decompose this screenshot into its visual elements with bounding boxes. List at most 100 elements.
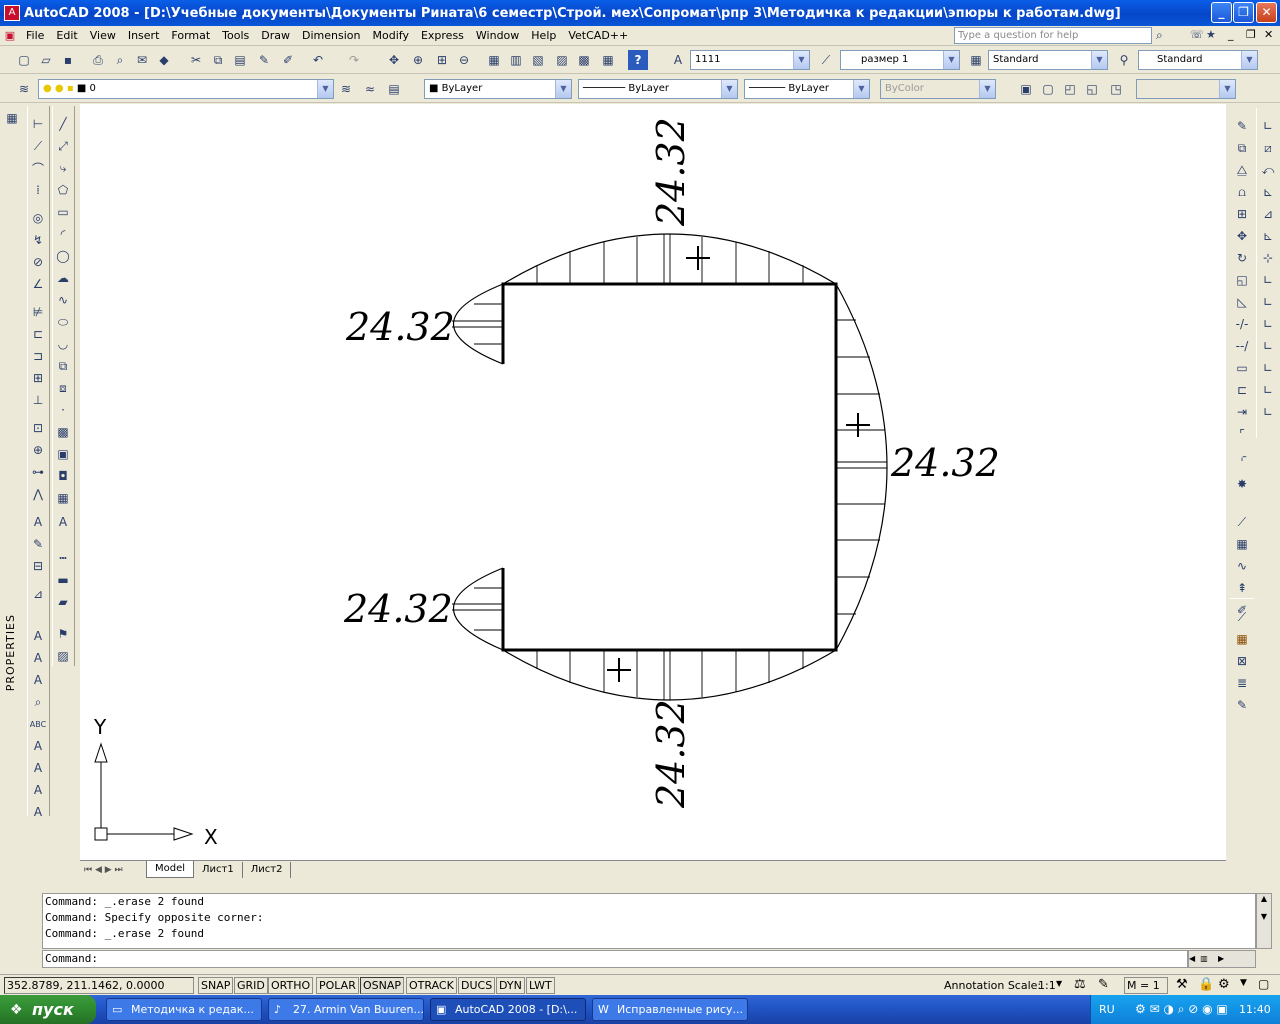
annotation-scale-value[interactable]: 1:1	[1038, 979, 1056, 992]
layer-manager-icon[interactable]: ≋	[14, 79, 34, 99]
construction-line-icon[interactable]: ⤢	[53, 136, 73, 156]
clock[interactable]: 11:40	[1239, 995, 1271, 1024]
clip-viewport-icon[interactable]: ◳	[1106, 79, 1126, 99]
drawing-area[interactable]: 24.32 24.32 24.32 24.32 24.32 Y X	[80, 104, 1226, 860]
break-at-point-icon[interactable]: ▭	[1232, 358, 1252, 378]
grid-toggle[interactable]: GRID	[234, 977, 268, 994]
new-icon[interactable]: ▢	[14, 50, 34, 70]
command-hscrollbar[interactable]: ◀ ▥ ▶	[1188, 950, 1256, 968]
communication-icon[interactable]: ⚒	[1176, 977, 1188, 992]
tab-scroll-arrows-icon[interactable]: ⏮ ◀ ▶ ⏭	[80, 865, 146, 875]
auto-scale-icon[interactable]: ✎	[1098, 977, 1109, 992]
plotstyle-select[interactable]: ByColor ▼	[880, 79, 996, 99]
polar-toggle[interactable]: POLAR	[316, 977, 359, 994]
table-style-select[interactable]: Standard ▼	[988, 50, 1108, 70]
publish-icon[interactable]: ✉	[132, 50, 152, 70]
tray-icons[interactable]: ⚙ ✉ ◑ ⌕ ⊘ ◉ ▣	[1135, 995, 1228, 1024]
region-icon[interactable]: ◘	[53, 466, 73, 486]
ucs-z-axis-icon[interactable]: ∟	[1258, 270, 1278, 290]
status-menu-icon[interactable]: ▼	[1240, 978, 1247, 988]
otrack-toggle[interactable]: OTRACK	[406, 977, 457, 994]
mass-properties-icon[interactable]: ⊠	[1232, 651, 1252, 671]
text-style-select[interactable]: 1111 ▼	[690, 50, 810, 70]
trim-icon[interactable]: -/-	[1232, 314, 1252, 334]
osnap-toggle[interactable]: OSNAP	[360, 977, 405, 994]
zoom-window-icon[interactable]: ⊞	[432, 50, 452, 70]
menu-insert[interactable]: Insert	[122, 27, 166, 45]
table-style-icon[interactable]: ▦	[966, 50, 986, 70]
help-search-input[interactable]: Type a question for help	[954, 27, 1152, 44]
join-icon[interactable]: ⇥	[1232, 402, 1252, 422]
jogged-icon[interactable]: ↯	[28, 230, 48, 250]
ucs-world-icon[interactable]: ⧄	[1258, 138, 1278, 158]
tolerance-icon[interactable]: ⊡	[28, 418, 48, 438]
extend-icon[interactable]: --/	[1232, 336, 1252, 356]
edit-hatch-icon[interactable]: ▦	[1232, 534, 1252, 554]
text-icon[interactable]: A	[28, 626, 48, 646]
doc-restore-button[interactable]: ❐	[1246, 28, 1256, 41]
taskbar-item-player[interactable]: ♪ 27. Armin Van Buuren...	[268, 998, 424, 1021]
circle-icon[interactable]: ◯	[53, 246, 73, 266]
layer-states-icon[interactable]: ▤	[384, 79, 404, 99]
annotation-visibility-icon[interactable]: ⚖	[1074, 977, 1086, 992]
snap-toggle[interactable]: SNAP	[198, 977, 234, 994]
pan-icon[interactable]: ✥	[384, 50, 404, 70]
edit-attribute-icon[interactable]: ⇞	[1232, 578, 1252, 598]
convert-text-icon[interactable]: A	[28, 802, 48, 822]
stretch-icon[interactable]: ◺	[1232, 292, 1252, 312]
3d-face-icon[interactable]: ▰	[53, 592, 73, 612]
spell-check-icon[interactable]: ABC	[28, 714, 48, 734]
ucs-origin-icon[interactable]: ⊹	[1258, 248, 1278, 268]
edit-spline-icon[interactable]: ∿	[1232, 556, 1252, 576]
rotate-icon[interactable]: ↻	[1232, 248, 1252, 268]
jogged-linear-icon[interactable]: ⋀	[28, 484, 48, 504]
polygonal-viewport-icon[interactable]: ◰	[1060, 79, 1080, 99]
tab-sheet1[interactable]: Лист1	[194, 861, 243, 878]
area-icon[interactable]: ▦	[1232, 629, 1252, 649]
continue-icon[interactable]: ⊐	[28, 346, 48, 366]
close-button[interactable]: ✕	[1256, 2, 1277, 23]
calculator-icon[interactable]: ▦	[598, 50, 618, 70]
dim-style-icon[interactable]: ⟋	[816, 50, 836, 70]
taskbar-item-folder[interactable]: ▭ Методичка к редак...	[106, 998, 262, 1021]
polygon-icon[interactable]: ⬠	[53, 180, 73, 200]
sheet-set-icon[interactable]: ▨	[552, 50, 572, 70]
explode-icon[interactable]: ✸	[1232, 474, 1252, 494]
dim-space-icon[interactable]: ⊞	[28, 368, 48, 388]
menu-draw[interactable]: Draw	[255, 27, 296, 45]
dim-edit-icon[interactable]: A	[28, 512, 48, 532]
color-select[interactable]: ■ ByLayer ▼	[424, 79, 572, 99]
break-icon[interactable]: ⊏	[1232, 380, 1252, 400]
layer-previous-icon[interactable]: ≈	[360, 79, 380, 99]
gradient-icon[interactable]: ▣	[53, 444, 73, 464]
single-viewport-icon[interactable]: ▢	[1038, 79, 1058, 99]
ellipse-arc-icon[interactable]: ◡	[53, 334, 73, 354]
start-button[interactable]: ❖ пуск	[0, 995, 96, 1024]
maximize-button[interactable]: ❐	[1233, 2, 1254, 23]
chevron-down-icon[interactable]: ▼	[1056, 979, 1062, 988]
menu-dimension[interactable]: Dimension	[296, 27, 366, 45]
dim-text-edit-icon[interactable]: ✎	[28, 534, 48, 554]
pedit-icon[interactable]: ⟋	[1232, 512, 1252, 532]
open-icon[interactable]: ▱	[36, 50, 56, 70]
tool-palettes-icon[interactable]: ▧	[528, 50, 548, 70]
help-icon[interactable]: ?	[628, 50, 648, 70]
dim-style-select[interactable]: размер 1 ▼	[840, 50, 960, 70]
ucs-z-icon[interactable]: ∟	[1258, 358, 1278, 378]
menu-window[interactable]: Window	[470, 27, 525, 45]
scale-text-icon[interactable]: A	[28, 758, 48, 778]
point-icon[interactable]: ·	[53, 400, 73, 420]
convert-viewport-icon[interactable]: ◱	[1082, 79, 1102, 99]
text-style-edit-icon[interactable]: A	[28, 736, 48, 756]
plot-preview-icon[interactable]: ⌕	[110, 50, 130, 70]
ucs-previous-icon[interactable]: ⤺	[1258, 160, 1278, 180]
redo-icon[interactable]: ↷	[344, 50, 364, 70]
doc-close-button[interactable]: ✕	[1264, 28, 1273, 41]
3d-dwf-icon[interactable]: ◆	[154, 50, 174, 70]
ucs-object-icon[interactable]: ⊿	[1258, 204, 1278, 224]
multileader-style-icon[interactable]: ⚲	[1114, 50, 1134, 70]
mirror-icon[interactable]: ⧋	[1232, 160, 1252, 180]
properties-palette-icon[interactable]: ▦	[2, 108, 22, 128]
match-properties-icon[interactable]: ✎	[254, 50, 274, 70]
offset-icon[interactable]: ⩍	[1232, 182, 1252, 202]
